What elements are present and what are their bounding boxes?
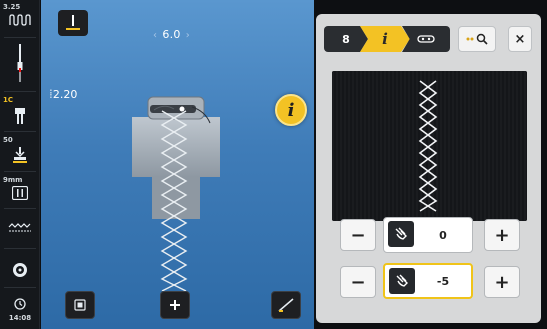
sidebar-divider xyxy=(4,248,36,249)
plus-icon: + xyxy=(494,224,510,246)
sidebar-divider xyxy=(4,287,36,288)
thread-cutter-icon xyxy=(278,298,294,312)
needle-size-label: 9mm xyxy=(3,176,23,184)
sidebar-divider xyxy=(4,208,36,209)
plus-icon: + xyxy=(494,271,510,293)
decrease-button-1[interactable]: − xyxy=(340,219,376,251)
increase-button-1[interactable]: + xyxy=(484,219,520,251)
decrease-button-2[interactable]: − xyxy=(340,266,376,298)
stitch-width-value: 6.0 xyxy=(162,28,181,41)
presser-foot-tab-icon xyxy=(417,35,435,43)
zoom-icon xyxy=(466,33,488,45)
minus-icon: − xyxy=(350,271,366,293)
value-field-2[interactable]: -5 xyxy=(383,263,473,299)
needle-position-button[interactable] xyxy=(58,10,88,36)
presser-foot-illustration xyxy=(132,96,220,291)
stitch-preview xyxy=(332,71,527,221)
sidebar-divider xyxy=(4,131,36,132)
chevron-left-icon[interactable]: ‹ xyxy=(153,30,157,41)
sidebar-divider xyxy=(4,37,36,38)
stitch-preview-pattern xyxy=(418,80,438,212)
presser-foot-icon[interactable] xyxy=(0,106,40,126)
info-button[interactable]: i xyxy=(275,94,307,126)
stitch-length-control[interactable]: ⁞2.20 xyxy=(49,87,77,101)
clock-icon[interactable] xyxy=(0,298,40,310)
stitch-width-small-label: 3.25 xyxy=(3,3,21,11)
left-sidebar: 3.25 1C 50 9mm 14:08 xyxy=(0,0,40,329)
hand-pointer-icon xyxy=(389,268,415,294)
minus-icon: − xyxy=(350,224,366,246)
value-1: 0 xyxy=(439,228,447,242)
plus-icon xyxy=(170,300,180,310)
stitch-display-area: ‹ 6.0 › ⁞2.20 i xyxy=(41,0,314,329)
presser-foot-pressure-icon[interactable] xyxy=(0,146,40,164)
presser-foot-pressure-value: 50 xyxy=(3,136,13,144)
value-field-1[interactable]: 0 xyxy=(383,217,473,253)
sidebar-divider xyxy=(4,171,36,172)
stitch-plate-icon[interactable] xyxy=(0,186,40,200)
thread-button[interactable] xyxy=(271,291,301,319)
increase-button-2[interactable]: + xyxy=(484,266,520,298)
feed-dog-icon[interactable] xyxy=(0,222,40,232)
value-2: -5 xyxy=(436,274,450,288)
settings-panel: 8 i × − 0 + − -5 + xyxy=(316,14,541,323)
stitch-width-control[interactable]: ‹ 6.0 › xyxy=(148,28,195,41)
info-tab-icon: i xyxy=(382,30,388,48)
bobbin-icon[interactable] xyxy=(0,262,40,278)
info-icon: i xyxy=(287,99,295,121)
add-button[interactable] xyxy=(160,291,190,319)
presser-foot-number: 1C xyxy=(3,96,14,104)
zoom-button[interactable] xyxy=(458,26,496,52)
square-icon xyxy=(74,299,86,311)
close-button[interactable]: × xyxy=(508,26,532,52)
stitch-shape-icon[interactable] xyxy=(0,13,40,27)
panel-tabbar: 8 i × xyxy=(322,20,535,56)
pattern-number-label: 8 xyxy=(342,32,350,46)
sidebar-divider xyxy=(4,91,36,92)
tab-pattern-number[interactable]: 8 xyxy=(324,26,368,52)
needle-position-icon xyxy=(66,15,80,30)
hand-pointer-icon xyxy=(388,221,414,247)
chevron-right-icon[interactable]: › xyxy=(186,30,190,41)
time-display: 14:08 xyxy=(8,314,32,322)
close-icon: × xyxy=(514,31,526,47)
stitch-length-value: 2.20 xyxy=(52,88,78,101)
needle-icon[interactable] xyxy=(0,44,40,84)
left-bottom-button[interactable] xyxy=(65,291,95,319)
